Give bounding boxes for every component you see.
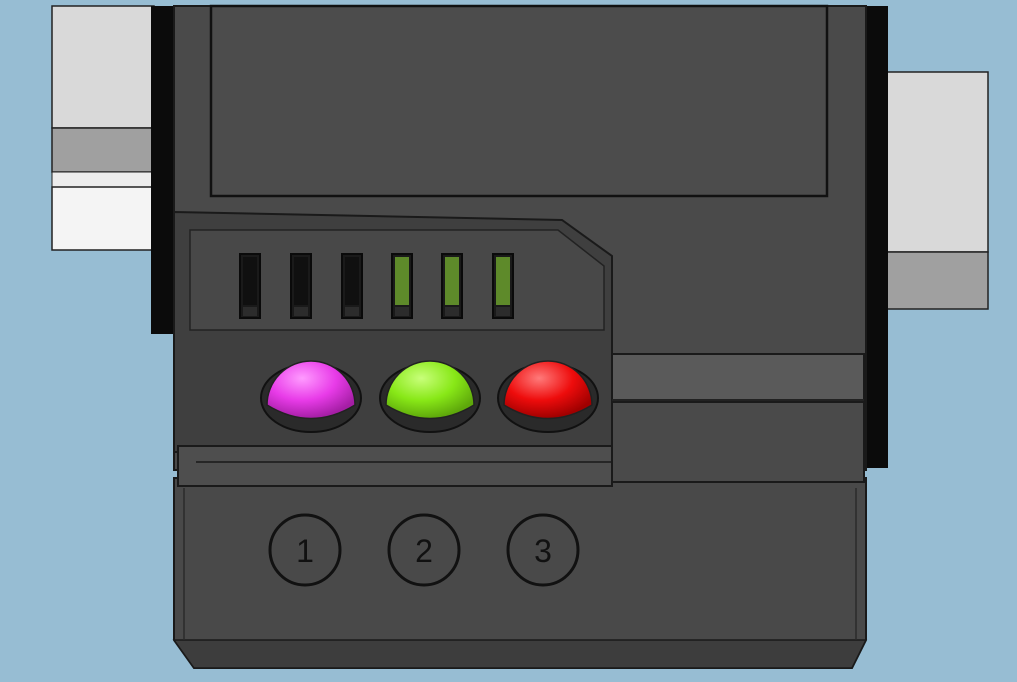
left-connector — [51, 5, 155, 251]
display-window — [209, 4, 829, 198]
button-label: 2 — [415, 533, 433, 569]
button-label: 3 — [534, 533, 552, 569]
side-block — [611, 353, 865, 483]
indicator-bar-5 — [441, 253, 463, 319]
indicator-bar-3 — [341, 253, 363, 319]
indicator-bar-2 — [290, 253, 312, 319]
right-connector — [883, 71, 989, 310]
button-label: 1 — [296, 533, 314, 569]
indicator-bar-6 — [492, 253, 514, 319]
led-group — [260, 360, 599, 433]
indicator-bar-1 — [239, 253, 261, 319]
indicator-bar-4 — [391, 253, 413, 319]
device-scene: 1 2 3 — [0, 0, 1017, 682]
